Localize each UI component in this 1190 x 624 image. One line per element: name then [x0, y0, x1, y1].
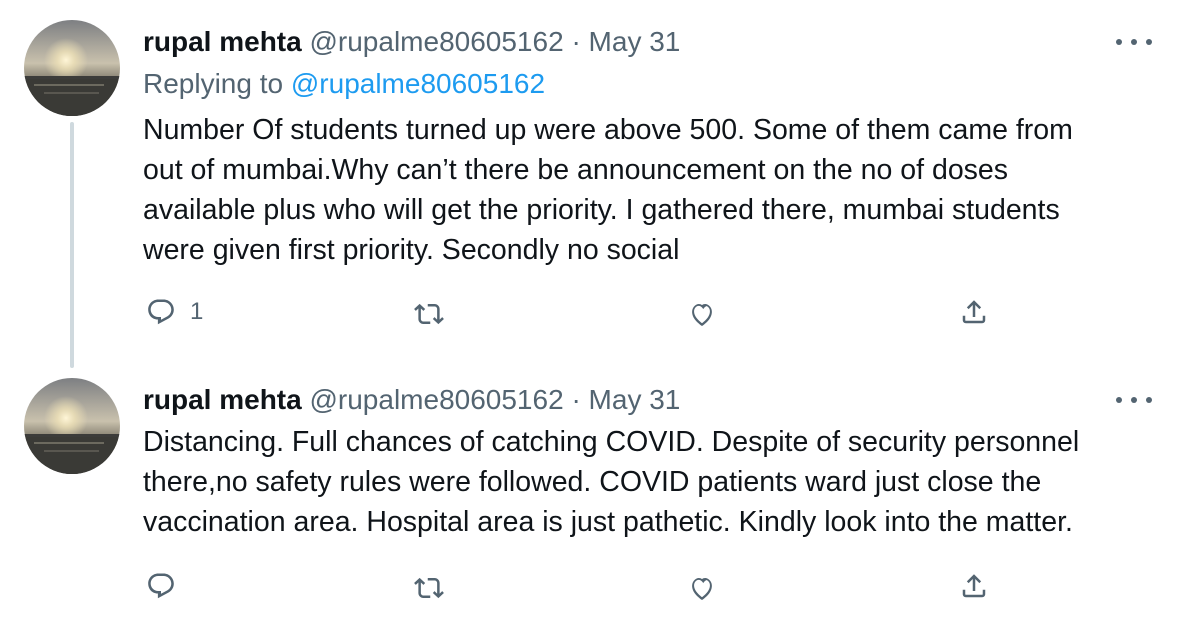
tweet-text-line: Distancing. Full chances of catching COV…: [143, 426, 1080, 458]
avatar-image: [24, 378, 120, 474]
reply-icon: [148, 299, 174, 325]
tweet-date[interactable]: May 31: [589, 384, 681, 415]
tweet-text-line: vaccination area. Hospital area is just …: [143, 506, 1073, 538]
tweet-text-line: were given first priority. Secondly no s…: [143, 234, 680, 266]
tweet[interactable]: rupal mehta @rupalme80605162 · May 31 Di…: [0, 370, 1190, 624]
tweet-text-line: Number Of students turned up were above …: [143, 114, 1073, 146]
avatar[interactable]: [24, 20, 120, 116]
separator: ·: [571, 26, 581, 57]
like-button[interactable]: [687, 299, 717, 329]
share-button[interactable]: [959, 297, 989, 327]
tweet-text-line: out of mumbai.Why can’t there be announc…: [143, 154, 1009, 186]
avatar[interactable]: [24, 378, 120, 474]
retweet-button[interactable]: [414, 573, 444, 603]
like-button[interactable]: [687, 573, 717, 603]
retweet-button[interactable]: [414, 299, 444, 329]
reply-count: 1: [190, 298, 204, 325]
reply-button[interactable]: [146, 571, 190, 601]
share-icon: [962, 574, 986, 598]
tweet-date[interactable]: May 31: [589, 26, 681, 57]
avatar-image: [24, 20, 120, 116]
replying-prefix: Replying to: [143, 68, 284, 99]
author-handle[interactable]: @rupalme80605162: [309, 384, 563, 415]
author-name[interactable]: rupal mehta: [143, 26, 302, 57]
tweet-text: Number Of students turned up were above …: [143, 110, 1168, 270]
reply-icon: [148, 573, 174, 599]
tweet-text-line: there,no safety rules were followed. COV…: [143, 466, 1042, 498]
replying-to: Replying to @rupalme80605162: [143, 66, 545, 102]
more-icon[interactable]: [1116, 32, 1152, 52]
tweet-text: Distancing. Full chances of catching COV…: [143, 422, 1168, 542]
author-handle[interactable]: @rupalme80605162: [309, 26, 563, 57]
share-button[interactable]: [959, 571, 989, 601]
author-name[interactable]: rupal mehta: [143, 384, 302, 415]
separator: ·: [571, 384, 581, 415]
tweet[interactable]: rupal mehta @rupalme80605162 · May 31 Re…: [0, 0, 1190, 370]
retweet-icon: [414, 577, 444, 599]
share-icon: [962, 300, 986, 324]
tweet-header: rupal mehta @rupalme80605162 · May 31: [143, 24, 680, 60]
retweet-icon: [414, 303, 444, 325]
tweet-text-line: available plus who will get the priority…: [143, 194, 1060, 226]
tweet-header: rupal mehta @rupalme80605162 · May 31: [143, 382, 680, 418]
replying-handle-link[interactable]: @rupalme80605162: [291, 68, 545, 99]
reply-button[interactable]: 1: [146, 297, 203, 327]
like-icon: [692, 577, 712, 600]
more-icon[interactable]: [1116, 390, 1152, 410]
like-icon: [692, 303, 712, 326]
